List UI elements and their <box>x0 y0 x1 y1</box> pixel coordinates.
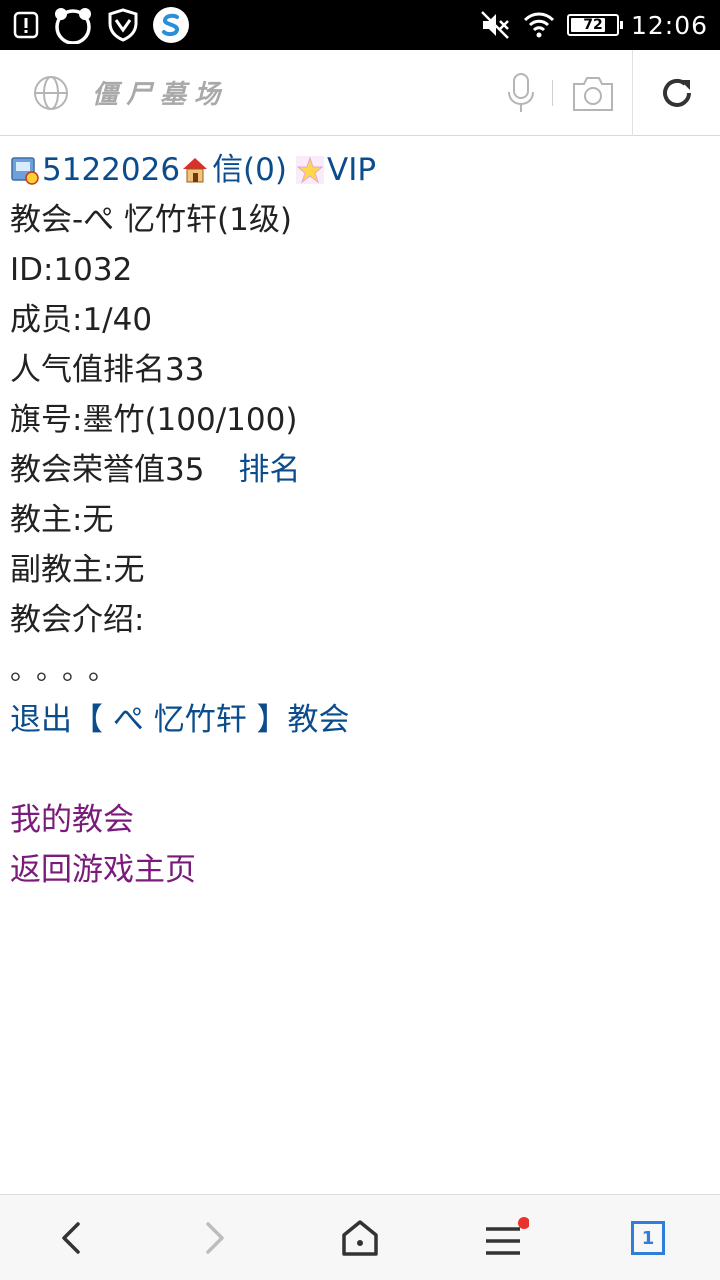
status-bar-notifications <box>12 6 190 44</box>
quit-row: 退出【 ぺ 忆竹轩 】教会 <box>10 695 710 745</box>
address-bar[interactable]: 僵尸墓场 <box>0 50 720 136</box>
bottom-navigation: 1 <box>0 1194 720 1280</box>
popularity-rank: 人气值排名33 <box>10 352 205 388</box>
panda-app-icon <box>55 8 91 44</box>
user-id-link[interactable]: 5122026 <box>42 147 180 193</box>
tab-count: 1 <box>641 1227 655 1249</box>
alert-icon <box>13 11 39 39</box>
home-row: 返回游戏主页 <box>10 845 710 895</box>
status-bar-system: 72 12:06 <box>479 6 708 44</box>
menu-button[interactable] <box>479 1213 529 1263</box>
battery-level: 72 <box>583 17 603 33</box>
church-members: 成员:1/40 <box>10 302 153 338</box>
status-bar-time: 12:06 <box>630 10 708 40</box>
home-button[interactable] <box>335 1213 385 1263</box>
battery-icon: 72 <box>566 14 623 36</box>
house-mail-icon <box>183 158 208 183</box>
mute-icon <box>481 11 509 39</box>
forward-icon <box>206 1222 224 1254</box>
forward-button[interactable] <box>190 1213 240 1263</box>
status-bar: 72 12:06 <box>0 0 720 50</box>
user-avatar-icon <box>11 157 39 185</box>
globe-icon <box>34 76 68 110</box>
intro-text: 。。。。 <box>10 653 129 686</box>
vice-leader: 副教主:无 <box>10 552 145 588</box>
game-home-link[interactable]: 返回游戏主页 <box>10 847 196 893</box>
shield-icon <box>108 8 138 42</box>
microphone-icon[interactable] <box>504 72 538 114</box>
church-leader: 教主:无 <box>10 502 114 538</box>
sogou-app-icon <box>153 7 189 43</box>
my-church-row: 我的教会 <box>10 795 710 845</box>
page-content: 5122026 信(0) VIP 教会-ぺ 忆竹轩(1级) ID:1032 成员… <box>10 145 710 895</box>
user-info-row: 5122026 信(0) VIP <box>10 145 710 195</box>
tabs-icon: 1 <box>631 1221 665 1255</box>
church-id: ID:1032 <box>10 252 133 288</box>
vip-icon <box>295 156 324 184</box>
back-icon <box>62 1222 80 1254</box>
page-title[interactable]: 僵尸墓场 <box>92 74 228 111</box>
address-bar-divider <box>632 50 633 136</box>
home-icon <box>342 1220 378 1256</box>
honor-value: 教会荣誉值35 <box>10 452 205 488</box>
camera-icon[interactable] <box>570 72 616 114</box>
church-title: 教会-ぺ 忆竹轩(1级) <box>10 202 292 238</box>
tabs-button[interactable]: 1 <box>623 1213 673 1263</box>
menu-icon <box>486 1217 529 1255</box>
rank-link[interactable]: 排名 <box>238 447 300 493</box>
church-flag: 旗号:墨竹(100/100) <box>10 402 298 438</box>
my-church-link[interactable]: 我的教会 <box>10 797 134 843</box>
honor-row: 教会荣誉值35 排名 <box>10 445 710 495</box>
back-button[interactable] <box>46 1213 96 1263</box>
quit-church-link[interactable]: 退出【 ぺ 忆竹轩 】教会 <box>10 697 350 743</box>
address-bar-separator <box>552 80 553 106</box>
intro-label: 教会介绍: <box>10 602 145 638</box>
wifi-icon <box>523 12 555 38</box>
vip-link[interactable]: VIP <box>327 147 376 193</box>
mail-link[interactable]: 信(0) <box>212 147 287 193</box>
reload-icon[interactable] <box>656 72 698 114</box>
